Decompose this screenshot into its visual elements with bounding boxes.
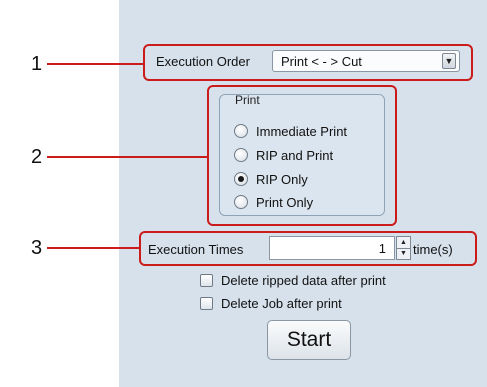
checkbox-delete-job[interactable]: Delete Job after print: [200, 295, 342, 311]
execution-order-select[interactable]: Print < - > Cut ▼: [272, 50, 460, 72]
callout-line-2: [47, 156, 207, 158]
callout-line-3: [47, 247, 139, 249]
checkbox-box[interactable]: [200, 273, 213, 287]
execution-times-label: Execution Times: [148, 242, 244, 257]
radio-button-checked[interactable]: [234, 172, 248, 186]
execution-times-value: 1: [378, 241, 386, 256]
radio-label: RIP and Print: [256, 147, 334, 163]
execution-times-spinner[interactable]: ▲ ▼: [396, 236, 411, 260]
radio-label: Immediate Print: [256, 123, 348, 139]
radio-label: RIP Only: [256, 171, 308, 187]
radio-print-only[interactable]: Print Only: [234, 193, 313, 211]
execution-times-unit: time(s): [413, 242, 453, 257]
execution-times-input[interactable]: 1: [269, 236, 395, 260]
callout-number-2: 2: [31, 146, 43, 168]
callout-number-3: 3: [31, 237, 43, 259]
radio-immediate-print[interactable]: Immediate Print: [234, 122, 347, 140]
dropdown-arrow-icon[interactable]: ▼: [442, 53, 456, 69]
radio-button[interactable]: [234, 124, 248, 138]
checkbox-label: Delete ripped data after print: [221, 272, 386, 288]
checkbox-delete-ripped-data[interactable]: Delete ripped data after print: [200, 272, 386, 288]
radio-button[interactable]: [234, 195, 248, 209]
checkbox-label: Delete Job after print: [221, 295, 342, 311]
execution-order-value: Print < - > Cut: [281, 54, 362, 69]
start-button[interactable]: Start: [267, 320, 351, 360]
radio-label: Print Only: [256, 194, 314, 210]
spin-down-icon[interactable]: ▼: [397, 248, 410, 259]
radio-rip-and-print[interactable]: RIP and Print: [234, 146, 333, 164]
print-group-title: Print: [235, 93, 260, 107]
radio-rip-only[interactable]: RIP Only: [234, 170, 308, 188]
execution-order-label: Execution Order: [156, 54, 250, 69]
callout-line-1: [47, 63, 144, 65]
callout-number-1: 1: [31, 53, 43, 75]
checkbox-box[interactable]: [200, 296, 213, 310]
radio-button[interactable]: [234, 148, 248, 162]
